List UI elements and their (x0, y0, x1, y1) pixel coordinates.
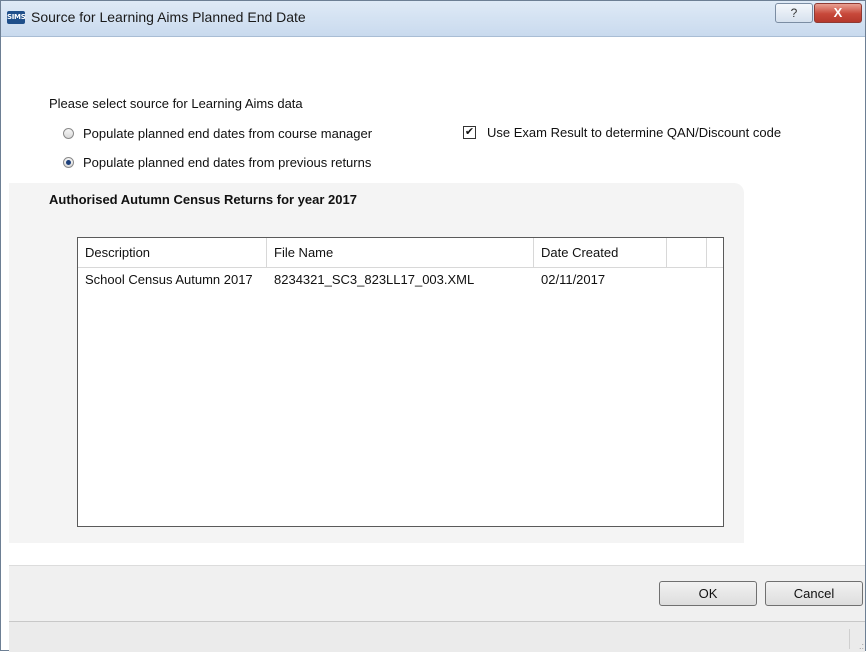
option-previous-returns-label[interactable]: Populate planned end dates from previous… (83, 155, 371, 170)
column-header-filler (667, 238, 707, 267)
cell-file-name[interactable]: 8234321_SC3_823LL17_003.XML (267, 268, 474, 292)
question-mark-icon: ? (790, 6, 798, 20)
status-bar (9, 621, 865, 652)
grid-header: Description File Name Date Created (78, 238, 723, 268)
resize-grip-icon[interactable]: .: (849, 629, 864, 651)
option-previous-returns[interactable]: Populate planned end dates from previous… (63, 155, 371, 170)
column-header-date-created[interactable]: Date Created (534, 238, 667, 267)
radio-previous-returns[interactable] (63, 157, 74, 168)
sims-app-icon: SIMS (7, 11, 26, 24)
option-course-manager-label[interactable]: Populate planned end dates from course m… (83, 126, 372, 141)
cell-date-created[interactable]: 02/11/2017 (534, 268, 605, 292)
dialog-window: SIMS Source for Learning Aims Planned En… (0, 0, 866, 652)
title-bar[interactable]: SIMS Source for Learning Aims Planned En… (1, 1, 865, 37)
close-icon: X (833, 5, 843, 20)
source-prompt-label: Please select source for Learning Aims d… (49, 96, 303, 111)
help-button[interactable]: ? (775, 3, 813, 23)
cell-description[interactable]: School Census Autumn 2017 (78, 268, 253, 292)
column-header-description[interactable]: Description (78, 238, 267, 267)
window-title: Source for Learning Aims Planned End Dat… (31, 9, 306, 25)
exam-result-checkbox-row[interactable]: ✔ Use Exam Result to determine QAN/Disco… (463, 125, 781, 140)
panel-title: Authorised Autumn Census Returns for yea… (49, 192, 357, 207)
option-course-manager[interactable]: Populate planned end dates from course m… (63, 126, 372, 141)
column-header-file-name[interactable]: File Name (267, 238, 534, 267)
exam-result-checkbox-label[interactable]: Use Exam Result to determine QAN/Discoun… (487, 125, 781, 140)
ok-button[interactable]: OK (659, 581, 757, 606)
exam-result-checkbox[interactable]: ✔ (463, 126, 476, 139)
cancel-button[interactable]: Cancel (765, 581, 863, 606)
dialog-client-area: Please select source for Learning Aims d… (9, 37, 865, 652)
close-button[interactable]: X (814, 3, 862, 23)
radio-course-manager[interactable] (63, 128, 74, 139)
census-returns-grid[interactable]: Description File Name Date Created Schoo… (77, 237, 724, 527)
